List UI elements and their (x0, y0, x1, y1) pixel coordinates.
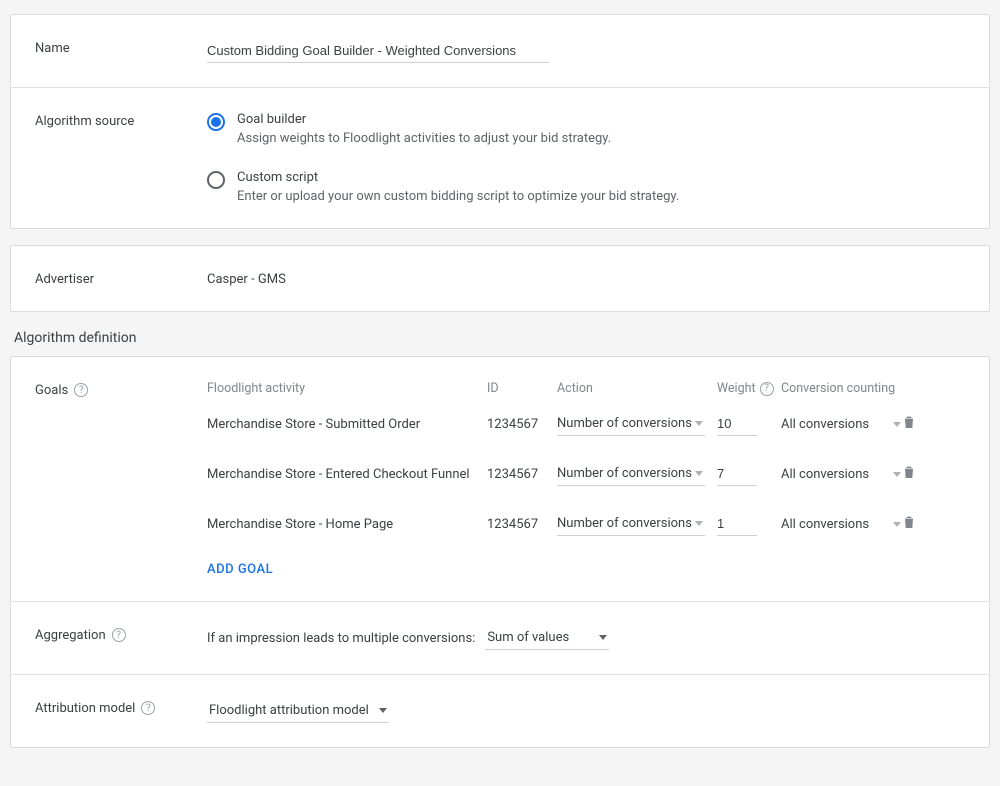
counting-dropdown[interactable]: All conversions (781, 467, 901, 482)
action-dropdown[interactable]: Number of conversions (557, 462, 705, 486)
radio-custom-script-desc: Enter or upload your own custom bidding … (237, 189, 679, 204)
activity-cell: Merchandise Store - Home Page (207, 517, 487, 532)
goals-label-text: Goals (35, 383, 68, 398)
goals-label: Goals ? (35, 381, 207, 577)
counting-value: All conversions (781, 467, 869, 482)
aggregation-section: Aggregation ? If an impression leads to … (11, 602, 989, 675)
name-input[interactable] (207, 39, 549, 63)
aggregation-text: If an impression leads to multiple conve… (207, 631, 475, 646)
algorithm-definition-heading: Algorithm definition (14, 330, 990, 346)
weight-input[interactable] (717, 462, 757, 486)
trash-icon[interactable] (901, 463, 917, 481)
name-section: Name (11, 15, 989, 88)
weight-input[interactable] (717, 512, 757, 536)
help-icon[interactable]: ? (760, 382, 774, 396)
chevron-down-icon (893, 422, 901, 427)
chevron-down-icon (599, 635, 607, 640)
aggregation-label: Aggregation ? (35, 626, 207, 650)
radio-icon (207, 113, 225, 131)
algorithm-source-section: Algorithm source Goal builder Assign wei… (11, 88, 989, 228)
activity-cell: Merchandise Store - Submitted Order (207, 417, 487, 432)
attribution-label: Attribution model ? (35, 699, 207, 723)
col-id: ID (487, 381, 557, 396)
aggregation-value: Sum of values (487, 630, 569, 645)
help-icon[interactable]: ? (112, 628, 126, 642)
definition-card: Goals ? Floodlight activity ID Action We… (10, 356, 990, 748)
col-weight-text: Weight (717, 381, 756, 396)
chevron-down-icon (893, 522, 901, 527)
col-conversion-counting: Conversion counting (781, 381, 901, 396)
action-value: Number of conversions (557, 466, 692, 481)
goals-header: Floodlight activity ID Action Weight ? C… (207, 381, 965, 396)
goals-row: Merchandise Store - Submitted Order 1234… (207, 412, 965, 436)
attribution-section: Attribution model ? Floodlight attributi… (11, 675, 989, 747)
col-action: Action (557, 381, 717, 396)
id-cell: 1234567 (487, 417, 557, 432)
chevron-down-icon (695, 521, 703, 526)
radio-custom-script-title: Custom script (237, 170, 679, 185)
goals-section: Goals ? Floodlight activity ID Action We… (11, 357, 989, 602)
trash-icon[interactable] (901, 513, 917, 531)
chevron-down-icon (695, 421, 703, 426)
counting-value: All conversions (781, 517, 869, 532)
chevron-down-icon (379, 708, 387, 713)
chevron-down-icon (695, 471, 703, 476)
add-goal-button[interactable]: ADD GOAL (207, 562, 965, 577)
advertiser-card: Advertiser Casper - GMS (10, 245, 990, 312)
advertiser-section: Advertiser Casper - GMS (11, 246, 989, 311)
action-dropdown[interactable]: Number of conversions (557, 412, 705, 436)
action-value: Number of conversions (557, 416, 692, 431)
counting-dropdown[interactable]: All conversions (781, 517, 901, 532)
counting-value: All conversions (781, 417, 869, 432)
radio-custom-script[interactable]: Custom script Enter or upload your own c… (207, 170, 965, 204)
action-dropdown[interactable]: Number of conversions (557, 512, 705, 536)
advertiser-label: Advertiser (35, 270, 207, 287)
col-weight: Weight ? (717, 381, 781, 396)
advertiser-value: Casper - GMS (207, 270, 965, 287)
help-icon[interactable]: ? (141, 701, 155, 715)
weight-input[interactable] (717, 412, 757, 436)
action-value: Number of conversions (557, 516, 692, 531)
chevron-down-icon (893, 472, 901, 477)
settings-card: Name Algorithm source Goal builder Assig… (10, 14, 990, 229)
id-cell: 1234567 (487, 517, 557, 532)
attribution-value: Floodlight attribution model (209, 703, 369, 718)
attribution-dropdown[interactable]: Floodlight attribution model (207, 699, 389, 723)
goals-row: Merchandise Store - Entered Checkout Fun… (207, 462, 965, 486)
attribution-label-text: Attribution model (35, 701, 135, 716)
name-label: Name (35, 39, 207, 63)
id-cell: 1234567 (487, 467, 557, 482)
radio-goal-builder[interactable]: Goal builder Assign weights to Floodligh… (207, 112, 965, 146)
col-floodlight: Floodlight activity (207, 381, 487, 396)
algorithm-source-label: Algorithm source (35, 112, 207, 204)
counting-dropdown[interactable]: All conversions (781, 417, 901, 432)
trash-icon[interactable] (901, 413, 917, 431)
aggregation-label-text: Aggregation (35, 628, 106, 643)
help-icon[interactable]: ? (74, 383, 88, 397)
radio-goal-builder-desc: Assign weights to Floodlight activities … (237, 131, 611, 146)
radio-icon (207, 171, 225, 189)
activity-cell: Merchandise Store - Entered Checkout Fun… (207, 467, 487, 482)
aggregation-dropdown[interactable]: Sum of values (485, 626, 609, 650)
radio-goal-builder-title: Goal builder (237, 112, 611, 127)
goals-row: Merchandise Store - Home Page 1234567 Nu… (207, 512, 965, 536)
